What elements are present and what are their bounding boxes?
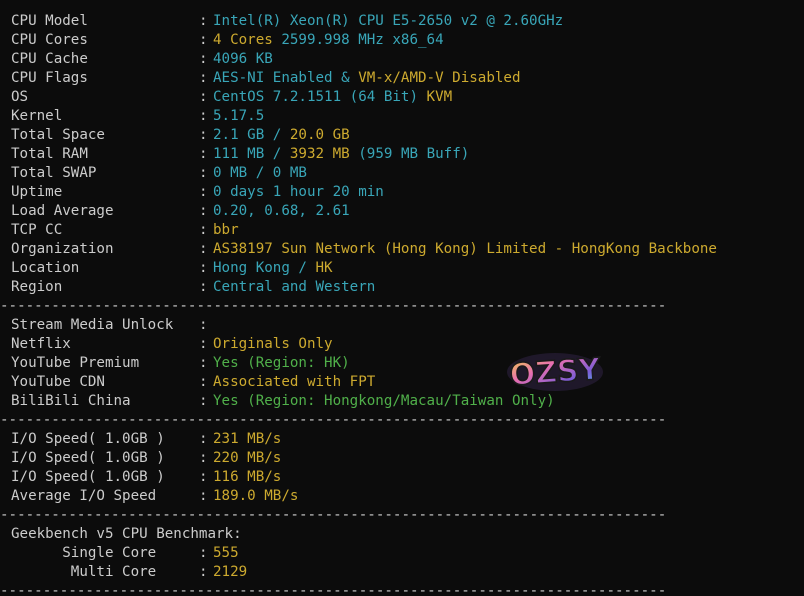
row-youtube-cdn: YouTube CDN: Associated with FPT (11, 374, 376, 390)
total-swap-label: Total SWAP (11, 165, 97, 181)
row-io-speed-3: I/O Speed( 1.0GB ):116 MB/s (11, 469, 282, 485)
single-core-label: Single Core (62, 545, 157, 561)
row-cpu-flags: CPU Flags: AES-NI Enabled & VM-x/AMD-V Di… (11, 70, 521, 86)
row-region: Region: Central and Western (11, 279, 376, 295)
separator: ----------------------------------------… (0, 507, 667, 523)
cpu-cores-count: 4 Cores (213, 32, 273, 48)
total-space-total: 20.0 GB (289, 127, 350, 143)
youtube-cdn-label: YouTube CDN (11, 374, 105, 390)
io-speed-label: I/O Speed( 1.0GB ) (11, 431, 165, 447)
row-tcp-cc: TCP CC: bbr (11, 222, 239, 238)
row-netflix: Netflix: Originals Only (11, 336, 333, 352)
uptime-label: Uptime (11, 184, 63, 200)
total-swap-value: 0 MB / 0 MB (213, 165, 307, 181)
kernel-value: 5.17.5 (213, 108, 265, 124)
load-average-label: Load Average (11, 203, 114, 219)
separator: ----------------------------------------… (0, 583, 667, 596)
multi-core-value: 2129 (213, 564, 248, 580)
separator: ----------------------------------------… (0, 298, 667, 314)
row-youtube-premium: YouTube Premium: Yes (Region: HK) (11, 355, 350, 371)
netflix-label: Netflix (11, 336, 71, 352)
cpu-model-value: Intel(R) Xeon(R) CPU E5-2650 v2 @ 2.60GH… (213, 13, 564, 29)
multi-core-label: Multi Core (70, 564, 157, 580)
io-speed-value: 220 MB/s (213, 450, 282, 466)
cpu-flags-aes: AES-NI Enabled & (213, 70, 350, 86)
ozsy-logo: OZSY (507, 351, 604, 394)
organization-label: Organization (11, 241, 114, 257)
youtube-premium-label: YouTube Premium (11, 355, 140, 371)
total-ram-used: 111 MB / (213, 146, 282, 162)
bilibili-value: Yes (Region: Hongkong/Macau/Taiwan Only) (213, 393, 555, 409)
youtube-cdn-value: Associated with FPT (213, 374, 376, 390)
youtube-premium-value: Yes (Region: HK) (213, 355, 350, 371)
row-total-space: Total Space:2.1 GB / 20.0 GB (11, 127, 350, 143)
average-io-value: 189.0 MB/s (213, 488, 299, 504)
row-uptime: Uptime:0 days 1 hour 20 min (11, 184, 384, 200)
os-label: OS (11, 89, 29, 105)
kernel-label: Kernel (11, 108, 63, 124)
tcp-cc-value: bbr (213, 222, 239, 238)
io-speed-label: I/O Speed( 1.0GB ) (11, 450, 165, 466)
os-virt: KVM (426, 89, 453, 105)
stream-media-label: Stream Media Unlock (11, 317, 174, 333)
row-io-speed-2: I/O Speed( 1.0GB ):220 MB/s (11, 450, 282, 466)
organization-value: AS38197 Sun Network (Hong Kong) Limited … (213, 241, 717, 257)
row-organization: Organization: AS38197 Sun Network (Hong K… (11, 241, 717, 257)
row-io-speed-1: I/O Speed( 1.0GB ):231 MB/s (11, 431, 282, 447)
single-core-value: 555 (213, 545, 239, 561)
region-value: Central and Western (213, 279, 376, 295)
tcp-cc-label: TCP CC (11, 222, 63, 238)
separator: ----------------------------------------… (0, 412, 667, 428)
row-cpu-cores: CPU Cores:4 Cores 2599.998 MHz x86_64 (11, 32, 444, 48)
row-single-core: Single Core:555 (11, 544, 239, 563)
total-space-used: 2.1 GB / (213, 127, 282, 143)
io-speed-value: 116 MB/s (213, 469, 282, 485)
row-average-io: Average I/O Speed:189.0 MB/s (11, 488, 299, 504)
row-bilibili: BiliBili China: Yes (Region: Hongkong/Mac… (11, 393, 555, 409)
row-load-average: Load Average:0.20, 0.68, 2.61 (11, 203, 350, 219)
os-value: CentOS 7.2.1511 (64 Bit) (213, 89, 418, 105)
cpu-cores-label: CPU Cores (11, 32, 88, 48)
geekbench-header: Geekbench v5 CPU Benchmark: (11, 526, 242, 542)
io-speed-value: 231 MB/s (213, 431, 282, 447)
io-speed-label: I/O Speed( 1.0GB ) (11, 469, 165, 485)
cpu-cores-freq: 2599.998 MHz x86_64 (281, 32, 444, 48)
bilibili-label: BiliBili China (11, 393, 131, 409)
total-ram-label: Total RAM (11, 146, 88, 162)
cpu-cache-value: 4096 KB (213, 51, 273, 67)
row-total-ram: Total RAM:111 MB / 3932 MB (959 MB Buff) (11, 146, 470, 162)
cpu-flags-label: CPU Flags (11, 70, 88, 86)
total-space-label: Total Space (11, 127, 105, 143)
load-average-value: 0.20, 0.68, 2.61 (213, 203, 350, 219)
cpu-cache-label: CPU Cache (11, 51, 88, 67)
cpu-model-label: CPU Model (11, 13, 88, 29)
row-cpu-model: CPU Model: Intel(R) Xeon(R) CPU E5-2650 v… (11, 13, 564, 29)
row-stream-media-header: Stream Media Unlock: (11, 317, 208, 333)
total-ram-buff: (959 MB Buff) (358, 146, 470, 162)
uptime-value: 0 days 1 hour 20 min (213, 184, 384, 200)
region-label: Region (11, 279, 63, 295)
location-country: HK (315, 260, 333, 276)
average-io-label: Average I/O Speed (11, 488, 157, 504)
row-location: Location: Hong Kong / HK (11, 260, 333, 276)
separator: ----------------------------------------… (0, 0, 666, 9)
netflix-value: Originals Only (213, 336, 333, 352)
location-label: Location (11, 260, 80, 276)
row-kernel: Kernel:5.17.5 (11, 108, 265, 124)
cpu-flags-vmx: VM-x/AMD-V Disabled (358, 70, 521, 86)
row-cpu-cache: CPU Cache:4096 KB (11, 51, 273, 67)
row-total-swap: Total SWAP:0 MB / 0 MB (11, 165, 307, 181)
row-os: OS: CentOS 7.2.1511 (64 Bit) KVM (11, 89, 453, 105)
terminal-window[interactable]: ----------------------------------------… (0, 0, 804, 596)
ozsy-logo-text: OZSY (509, 352, 603, 393)
row-multi-core: Multi Core:2129 (11, 563, 247, 582)
total-ram-total: 3932 MB (289, 146, 350, 162)
location-city: Hong Kong / (213, 260, 307, 276)
